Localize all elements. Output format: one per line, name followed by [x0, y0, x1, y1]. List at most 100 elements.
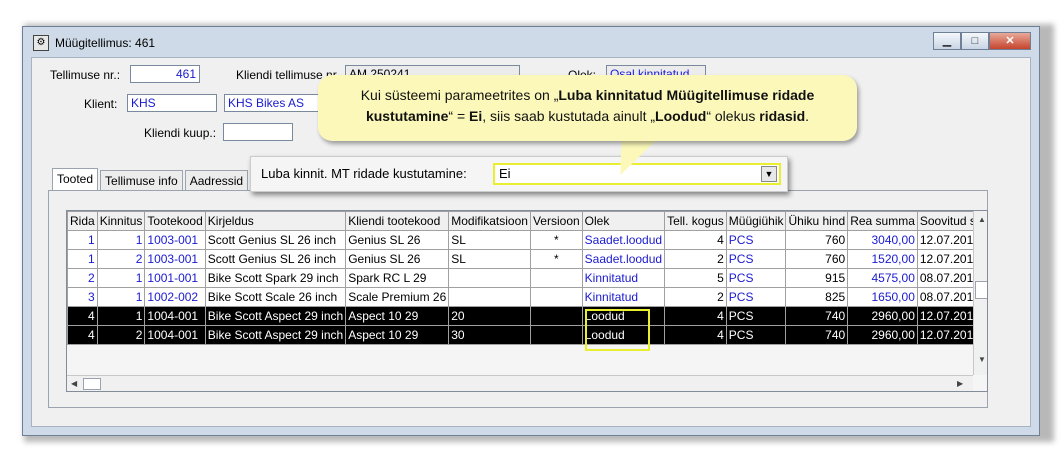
table-cell[interactable]: PCS	[725, 287, 787, 307]
table-cell[interactable]: 2	[67, 268, 98, 288]
table-cell[interactable]: PCS	[725, 230, 787, 250]
order-no-field[interactable]: 461	[130, 65, 200, 83]
table-row[interactable]: 3 1 1002-002 Bike Scott Scale 26 inch Scale …	[67, 287, 987, 307]
table-cell[interactable]: 1003-001	[144, 249, 206, 269]
column-header[interactable]: Rea summa	[847, 211, 918, 231]
vertical-scroll-thumb[interactable]	[975, 281, 987, 299]
table-cell[interactable]: 1004-001	[144, 306, 206, 326]
table-cell[interactable]: Saadet.loodud	[581, 249, 666, 269]
table-cell[interactable]: SL	[448, 230, 531, 250]
table-cell[interactable]: 1004-001	[144, 325, 206, 345]
horizontal-scrollbar[interactable]: ◀ ▶	[67, 375, 973, 391]
table-cell[interactable]: 3040,00	[847, 230, 918, 250]
table-cell[interactable]: 1	[67, 249, 98, 269]
table-cell[interactable]: Bike Scott Aspect 29 inch	[204, 325, 347, 345]
table-cell[interactable]: 760	[785, 230, 849, 250]
table-cell[interactable]: 760	[785, 249, 849, 269]
scroll-up-arrow-icon[interactable]: ▲	[978, 215, 986, 224]
table-cell[interactable]: 4	[664, 230, 727, 250]
table-cell[interactable]: 825	[785, 287, 849, 307]
column-header[interactable]: Kliendi tootekood	[345, 211, 450, 231]
table-row[interactable]: 1 1 1003-001 Scott Genius SL 26 inch Genius …	[67, 230, 987, 250]
table-row[interactable]: 4 1 1004-001 Bike Scott Aspect 29 inch Aspec…	[67, 306, 987, 326]
table-cell[interactable]: 1520,00	[847, 249, 918, 269]
table-cell[interactable]: 1	[96, 230, 146, 250]
column-header[interactable]: Ühiku hind	[785, 211, 849, 231]
chevron-down-icon[interactable]: ▼	[761, 166, 777, 182]
table-cell[interactable]: 4	[664, 325, 727, 345]
table-cell[interactable]: Saadet.loodud	[581, 230, 666, 250]
table-cell[interactable]	[529, 325, 583, 345]
column-header[interactable]: Tell. kogus	[664, 211, 727, 231]
table-cell[interactable]: 4	[664, 306, 727, 326]
close-button[interactable]: ✕	[989, 32, 1031, 50]
table-cell[interactable]: Genius SL 26	[345, 230, 450, 250]
table-cell[interactable]: Scott Genius SL 26 inch	[204, 249, 347, 269]
table-cell[interactable]: PCS	[725, 325, 787, 345]
vertical-scrollbar[interactable]: ▲ ▼	[973, 211, 987, 375]
table-cell[interactable]: 740	[785, 306, 849, 326]
table-cell[interactable]: Aspect 10 29	[345, 325, 450, 345]
scroll-right-arrow-icon[interactable]: ▶	[957, 379, 963, 388]
table-cell[interactable]: 30	[448, 325, 531, 345]
table-cell[interactable]: 20	[448, 306, 531, 326]
column-header[interactable]: Olek	[581, 211, 666, 231]
table-cell[interactable]	[448, 287, 531, 307]
scroll-left-arrow-icon[interactable]: ◀	[71, 379, 77, 388]
table-cell[interactable]: SL	[448, 249, 531, 269]
table-cell[interactable]: Bike Scott Aspect 29 inch	[204, 306, 347, 326]
table-cell[interactable]: 1	[96, 306, 146, 326]
table-cell[interactable]: 915	[785, 268, 849, 288]
table-cell[interactable]: 4	[67, 306, 98, 326]
column-header[interactable]: Versioon	[529, 211, 583, 231]
table-cell[interactable]: Aspect 10 29	[345, 306, 450, 326]
table-cell[interactable]: 1650,00	[847, 287, 918, 307]
table-cell[interactable]: Scott Genius SL 26 inch	[204, 230, 347, 250]
table-cell[interactable]: Genius SL 26	[345, 249, 450, 269]
table-cell[interactable]: Bike Scott Scale 26 inch	[204, 287, 347, 307]
column-header[interactable]: Modifikatsioon	[448, 211, 531, 231]
table-cell[interactable]: 2960,00	[847, 325, 918, 345]
table-cell[interactable]	[529, 268, 583, 288]
table-cell[interactable]: Kinnitatud	[581, 268, 666, 288]
table-row[interactable]: 2 1 1001-001 Bike Scott Spark 29 inch Spark …	[67, 268, 987, 288]
scroll-down-arrow-icon[interactable]: ▼	[978, 355, 986, 364]
table-cell[interactable]: 1001-001	[144, 268, 206, 288]
client-buyer-field[interactable]	[223, 123, 293, 141]
table-cell[interactable]: Spark RC L 29	[345, 268, 450, 288]
table-cell[interactable]: 5	[664, 268, 727, 288]
client-name-field[interactable]: KHS Bikes AS	[224, 94, 324, 112]
table-cell[interactable]: 3	[67, 287, 98, 307]
table-cell[interactable]	[529, 287, 583, 307]
table-cell[interactable]: 1	[96, 268, 146, 288]
table-row[interactable]: 4 2 1004-001 Bike Scott Aspect 29 inch Aspec…	[67, 325, 987, 345]
minimize-button[interactable]: ▁	[933, 32, 961, 50]
table-cell[interactable]: 740	[785, 325, 849, 345]
column-header[interactable]: Müügiühik	[725, 211, 787, 231]
table-cell[interactable]: 1	[67, 230, 98, 250]
table-cell[interactable]: Scale Premium 26	[345, 287, 450, 307]
column-header[interactable]: Kirjeldus	[204, 211, 347, 231]
table-cell[interactable]: PCS	[725, 268, 787, 288]
client-code-field[interactable]: KHS	[127, 94, 217, 112]
table-cell[interactable]: 1002-002	[144, 287, 206, 307]
title-bar[interactable]: ⚙ Müügitellimus: 461 ▁ □ ✕	[23, 27, 1039, 55]
table-cell[interactable]: 2	[96, 249, 146, 269]
table-cell[interactable]: 1	[96, 287, 146, 307]
table-cell[interactable]: *	[529, 230, 583, 250]
table-cell[interactable]	[448, 268, 531, 288]
table-row[interactable]: 1 2 1003-001 Scott Genius SL 26 inch Genius …	[67, 249, 987, 269]
table-cell[interactable]	[529, 306, 583, 326]
table-cell[interactable]: 4575,00	[847, 268, 918, 288]
table-cell[interactable]: 2	[96, 325, 146, 345]
table-cell[interactable]: PCS	[725, 306, 787, 326]
table-cell[interactable]: Bike Scott Spark 29 inch	[204, 268, 347, 288]
table-cell[interactable]: 1003-001	[144, 230, 206, 250]
column-header[interactable]: Rida	[67, 211, 98, 231]
maximize-button[interactable]: □	[961, 32, 989, 50]
table-cell[interactable]: *	[529, 249, 583, 269]
column-header[interactable]: Kinnitus	[96, 211, 146, 231]
table-cell[interactable]: 4	[67, 325, 98, 345]
table-cell[interactable]: 2960,00	[847, 306, 918, 326]
table-cell[interactable]: 2	[664, 287, 727, 307]
